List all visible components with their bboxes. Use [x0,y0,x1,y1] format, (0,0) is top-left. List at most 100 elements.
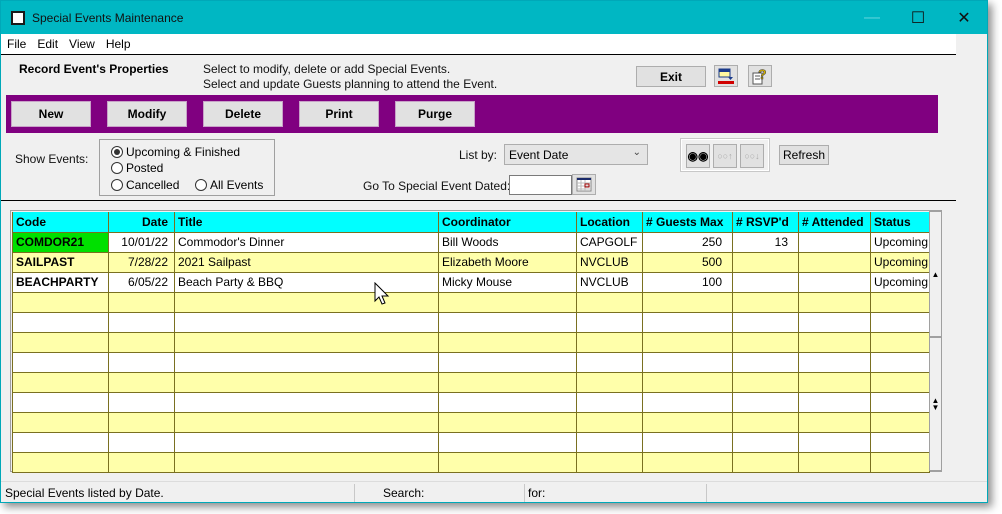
cell-status[interactable] [870,451,930,473]
grid-vertical-scrollbar[interactable]: ▲ ▲ ▼ [929,211,942,471]
cell-attended[interactable] [798,371,871,393]
cell-title[interactable] [174,431,439,453]
find-next-button[interactable]: ○○↓ [740,144,764,168]
cell-location[interactable] [576,391,643,413]
cell-rsvpd[interactable] [732,251,799,273]
cell-guests-max[interactable]: 100 [642,271,733,293]
scroll-up-region[interactable]: ▲ [930,211,942,337]
cell-rsvpd[interactable]: 13 [732,231,799,253]
cell-coordinator[interactable]: Elizabeth Moore [438,251,577,273]
empty-table-row[interactable] [12,351,930,373]
col-header-coordinator[interactable]: Coordinator [438,212,577,233]
cell-location[interactable] [576,371,643,393]
cell-guests-max[interactable] [642,451,733,473]
new-button[interactable]: New [11,101,91,127]
cell-attended[interactable] [798,411,871,433]
cell-date[interactable] [108,351,175,373]
print-button[interactable]: Print [299,101,379,127]
cell-coordinator[interactable]: Micky Mouse [438,271,577,293]
cell-coordinator[interactable] [438,431,577,453]
goto-date-input[interactable] [509,175,572,195]
cell-title[interactable]: Beach Party & BBQ [174,271,439,293]
cell-location[interactable] [576,411,643,433]
maximize-button[interactable]: ☐ [895,1,941,34]
cell-rsvpd[interactable] [732,351,799,373]
cell-title[interactable] [174,411,439,433]
cell-attended[interactable] [798,351,871,373]
radio-upcoming-finished[interactable]: Upcoming & Finished [111,145,240,159]
cell-date[interactable] [108,391,175,413]
cell-title[interactable] [174,371,439,393]
cell-location[interactable] [576,451,643,473]
cell-location[interactable] [576,431,643,453]
cell-title[interactable]: 2021 Sailpast [174,251,439,273]
refresh-button[interactable]: Refresh [779,145,829,165]
modify-button[interactable]: Modify [107,101,187,127]
col-header-date[interactable]: Date [108,212,175,233]
help-button[interactable]: ? [748,65,772,87]
cell-title[interactable] [174,331,439,353]
radio-all-events[interactable]: All Events [195,178,263,192]
cell-guests-max[interactable] [642,311,733,333]
cell-status[interactable] [870,371,930,393]
cell-guests-max[interactable]: 500 [642,251,733,273]
cell-title[interactable] [174,351,439,373]
purge-button[interactable]: Purge [395,101,475,127]
cell-coordinator[interactable] [438,351,577,373]
print-setup-button[interactable] [714,65,738,87]
cell-date[interactable] [108,331,175,353]
cell-coordinator[interactable] [438,291,577,313]
find-button[interactable]: ◉◉ [686,144,710,168]
col-header-attended[interactable]: # Attended [798,212,871,233]
cell-attended[interactable] [798,311,871,333]
cell-rsvpd[interactable] [732,331,799,353]
cell-attended[interactable] [798,251,871,273]
close-button[interactable]: ✕ [941,1,987,34]
menu-file[interactable]: File [1,34,31,51]
col-header-guests-max[interactable]: # Guests Max [642,212,733,233]
empty-table-row[interactable] [12,391,930,413]
table-row[interactable]: BEACHPARTY 6/05/22 Beach Party & BBQ Micky … [12,271,930,293]
table-row[interactable]: SAILPAST 7/28/22 2021 Sailpast Elizabeth Mo… [12,251,930,273]
cell-location[interactable] [576,331,643,353]
col-header-code[interactable]: Code [12,212,109,233]
delete-button[interactable]: Delete [203,101,283,127]
cell-guests-max[interactable] [642,291,733,313]
cell-status[interactable] [870,351,930,373]
cell-status[interactable] [870,411,930,433]
cell-code[interactable]: BEACHPARTY [12,271,109,293]
cell-guests-max[interactable] [642,431,733,453]
cell-code[interactable] [12,451,109,473]
cell-status[interactable] [870,291,930,313]
cell-guests-max[interactable] [642,371,733,393]
cell-code[interactable] [12,371,109,393]
cell-attended[interactable] [798,391,871,413]
cell-rsvpd[interactable] [732,311,799,333]
cell-title[interactable] [174,311,439,333]
cell-date[interactable] [108,291,175,313]
exit-button[interactable]: Exit [636,66,706,87]
cell-location[interactable] [576,351,643,373]
cell-date[interactable] [108,431,175,453]
cell-code[interactable] [12,311,109,333]
cell-location[interactable] [576,291,643,313]
cell-date[interactable] [108,451,175,473]
cell-code[interactable]: COMDOR21 [12,231,109,253]
cell-status[interactable]: Upcoming [870,231,930,253]
list-by-select[interactable]: Event Date ⌄ [504,144,648,165]
empty-table-row[interactable] [12,451,930,473]
cell-code[interactable]: SAILPAST [12,251,109,273]
cell-coordinator[interactable] [438,391,577,413]
cell-title[interactable]: Commodor's Dinner [174,231,439,253]
cell-status[interactable] [870,431,930,453]
cell-rsvpd[interactable] [732,431,799,453]
radio-cancelled[interactable]: Cancelled [111,178,179,192]
cell-coordinator[interactable] [438,411,577,433]
cell-code[interactable] [12,411,109,433]
cell-location[interactable]: CAPGOLF [576,231,643,253]
menu-help[interactable]: Help [100,34,136,51]
col-header-title[interactable]: Title [174,212,439,233]
cell-rsvpd[interactable] [732,411,799,433]
cell-rsvpd[interactable] [732,291,799,313]
cell-date[interactable]: 7/28/22 [108,251,175,273]
